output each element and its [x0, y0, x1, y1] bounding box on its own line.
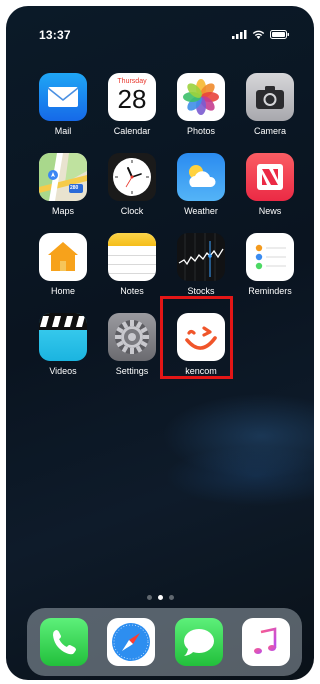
compass-icon[interactable] — [107, 618, 155, 666]
app-label: Camera — [253, 126, 286, 136]
app-notes[interactable]: Notes — [97, 233, 167, 296]
app-camera[interactable]: Camera — [235, 73, 305, 136]
app-mail[interactable]: Mail — [28, 73, 98, 136]
home-screen: 13:37 Mail Thursday 28 Calendar Photos C… — [6, 6, 314, 680]
page-dot — [168, 595, 174, 600]
app-label: Calendar — [113, 126, 151, 136]
app-label: Videos — [49, 366, 77, 376]
page-dot — [146, 595, 152, 600]
signal-icon — [232, 30, 247, 39]
maps-route-badge: 280 — [70, 185, 79, 191]
calendar-day: 28 — [117, 84, 147, 114]
app-news[interactable]: News — [235, 153, 305, 216]
message-bubble-icon[interactable] — [175, 618, 223, 666]
app-clock[interactable]: Clock — [97, 153, 167, 216]
app-label: News — [258, 206, 282, 216]
app-label: Clock — [120, 206, 144, 216]
app-home[interactable]: Home — [28, 233, 98, 296]
dock — [27, 608, 302, 676]
clock-icon — [108, 153, 156, 201]
app-stocks[interactable]: Stocks — [166, 233, 236, 296]
calendar-icon: Thursday 28 — [108, 73, 156, 121]
news-icon — [246, 153, 294, 201]
app-weather[interactable]: Weather — [166, 153, 236, 216]
stocks-icon — [177, 233, 225, 281]
app-settings[interactable]: Settings — [97, 313, 167, 376]
kencom-highlight-box — [160, 296, 233, 379]
camera-icon — [246, 73, 294, 121]
app-label: Home — [50, 286, 75, 296]
notes-icon — [108, 233, 156, 281]
status-bar: 13:37 — [6, 6, 314, 50]
status-icons — [232, 30, 290, 39]
page-dot-current — [157, 595, 163, 600]
app-label: Maps — [51, 206, 74, 216]
mail-icon — [39, 73, 87, 121]
app-label: Reminders — [248, 286, 292, 296]
weather-icon — [177, 153, 225, 201]
battery-icon — [270, 30, 289, 39]
app-calendar[interactable]: Thursday 28 Calendar — [97, 73, 167, 136]
reminders-icon — [246, 233, 294, 281]
app-label: Photos — [186, 126, 216, 136]
maps-icon: 280 — [39, 153, 87, 201]
app-videos[interactable]: Videos — [28, 313, 98, 376]
app-label: Stocks — [187, 286, 215, 296]
photos-icon — [177, 73, 225, 121]
music-note-icon[interactable] — [242, 618, 290, 666]
status-time: 13:37 — [39, 28, 71, 42]
app-label: Notes — [120, 286, 144, 296]
app-maps[interactable]: 280 Maps — [28, 153, 98, 216]
app-reminders[interactable]: Reminders — [235, 233, 305, 296]
page-indicator[interactable] — [6, 595, 314, 600]
app-label: Mail — [54, 126, 72, 136]
home-icon — [39, 233, 87, 281]
clapperboard-icon — [39, 313, 87, 361]
gear-icon — [108, 313, 156, 361]
app-label: Settings — [115, 366, 149, 376]
app-label: Weather — [184, 206, 218, 216]
app-photos[interactable]: Photos — [166, 73, 236, 136]
phone-icon[interactable] — [40, 618, 88, 666]
wifi-icon — [252, 30, 265, 39]
